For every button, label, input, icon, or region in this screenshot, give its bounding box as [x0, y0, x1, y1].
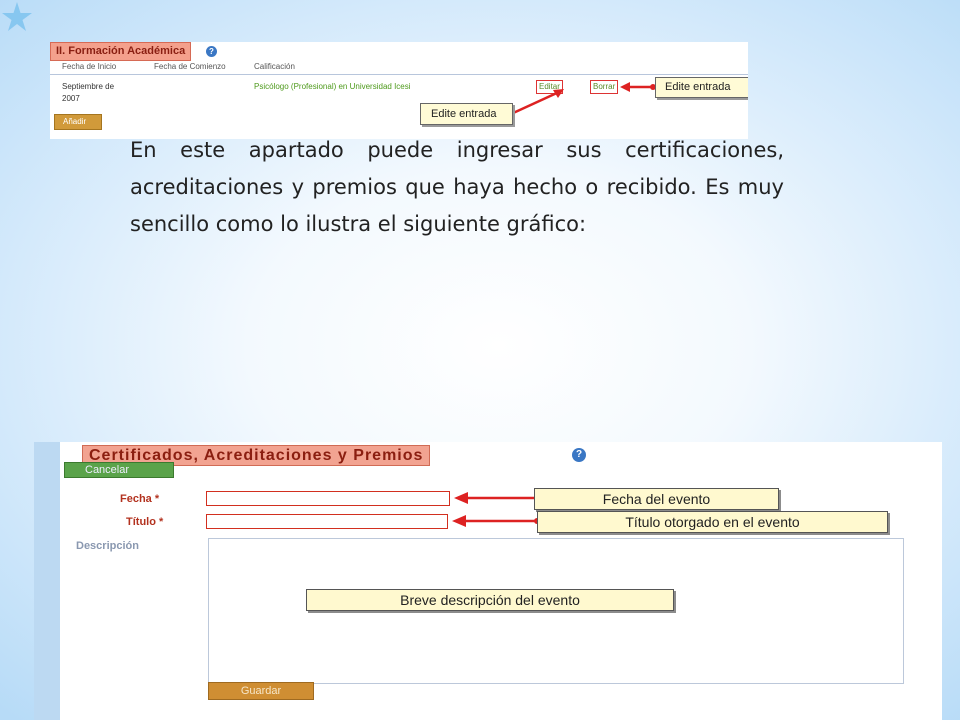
row-date-line1: Septiembre de — [62, 82, 115, 91]
callout-edit-entry-right: Edite entrada — [655, 77, 748, 98]
certificates-form-screenshot: Certificados, Acreditaciones y Premios ?… — [34, 442, 942, 720]
question-icon[interactable]: ? — [206, 46, 217, 57]
date-label: Fecha * — [120, 493, 160, 505]
sidebar-strip — [34, 442, 60, 720]
academic-training-screenshot: II. Formación Académica ? Fecha de Inici… — [50, 42, 748, 139]
star-bullet-icon — [2, 2, 32, 31]
save-button[interactable]: Guardar — [208, 682, 314, 700]
delete-link[interactable]: Borrar — [590, 80, 619, 94]
title-field[interactable] — [206, 514, 448, 529]
header-divider — [50, 74, 748, 75]
question-icon[interactable]: ? — [572, 448, 586, 462]
cancel-button[interactable]: Cancelar — [64, 462, 174, 478]
column-header-qualification: Calificación — [254, 62, 295, 71]
callout-event-date: Fecha del evento — [534, 488, 779, 510]
callout-event-description: Breve descripción del evento — [306, 589, 674, 611]
date-field[interactable] — [206, 491, 450, 506]
column-header-start-date: Fecha de Inicio — [62, 62, 117, 71]
description-textarea[interactable] — [208, 538, 904, 684]
description-label: Descripción — [76, 540, 139, 552]
add-button[interactable]: Añadir — [54, 114, 102, 130]
callout-event-title: Título otorgado en el evento — [537, 511, 888, 533]
title-label: Título * — [126, 516, 164, 528]
callout-edit-entry-bottom: Edite entrada — [420, 103, 513, 125]
section-title: II. Formación Académica — [50, 42, 192, 61]
edit-link[interactable]: Editar — [536, 80, 563, 94]
intro-paragraph: En este apartado puede ingresar sus cert… — [130, 138, 784, 236]
column-header-begin-date: Fecha de Comienzo — [154, 62, 226, 71]
row-date-line2: 2007 — [62, 94, 80, 103]
row-qualification: Psicólogo (Profesional) en Universidad I… — [254, 82, 411, 91]
